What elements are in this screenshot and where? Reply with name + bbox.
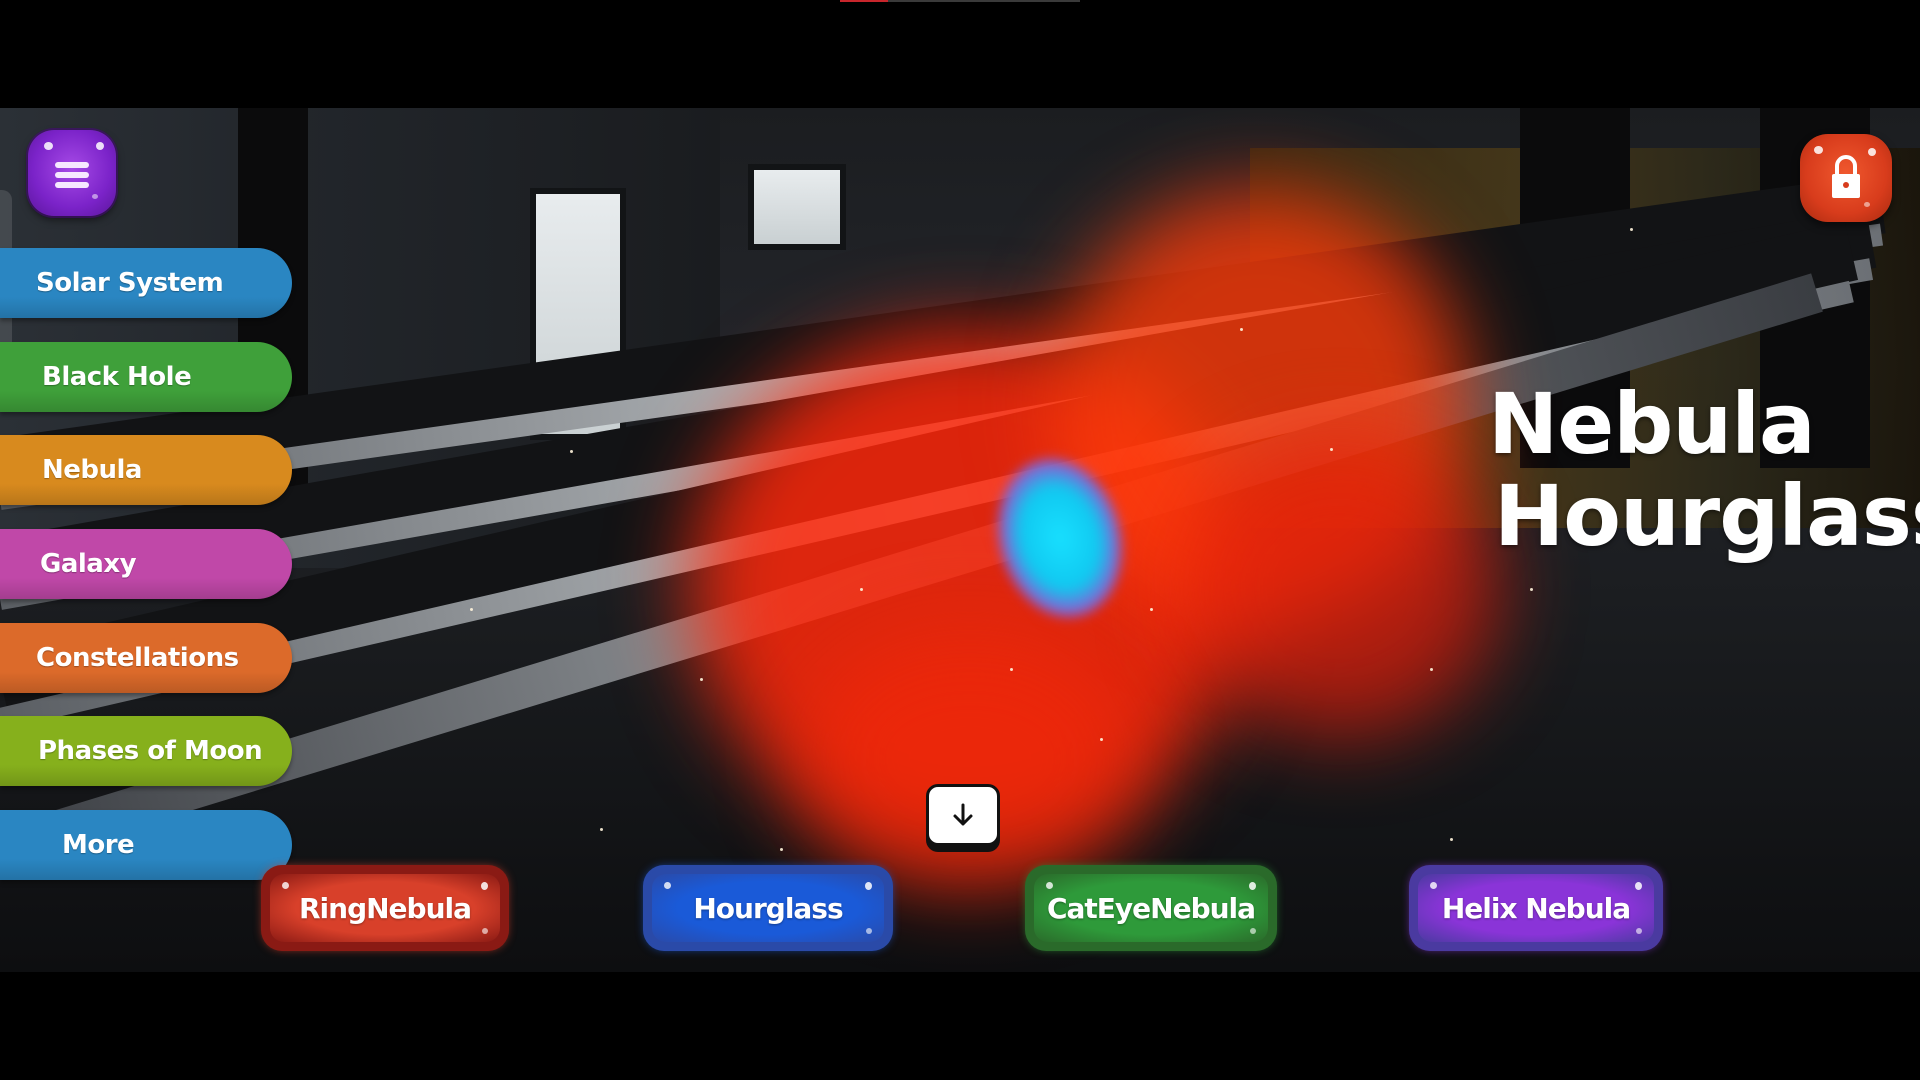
download-button[interactable] — [926, 784, 1000, 846]
star-particle — [470, 608, 473, 611]
sidebar-item-phases-of-moon[interactable]: Phases of Moon — [0, 716, 292, 786]
sidebar-item-label: Constellations — [36, 643, 239, 673]
sidebar-item-label: Galaxy — [40, 549, 137, 579]
nebula-title: Nebula Hourglass — [1488, 378, 1920, 562]
nebula-cloud — [800, 628, 1140, 888]
video-progress-bar[interactable] — [840, 0, 1080, 2]
video-progress-played — [840, 0, 888, 2]
nebula-option-ring-nebula[interactable]: RingNebula — [264, 868, 506, 948]
star-particle — [1450, 838, 1453, 841]
sidebar-item-label: Phases of Moon — [38, 736, 263, 766]
nebula-option-label: RingNebula — [298, 891, 472, 925]
title-line-1: Nebula — [1488, 375, 1816, 473]
star-particle — [780, 848, 783, 851]
nebula-cloud — [1180, 438, 1500, 738]
sidebar-item-label: More — [62, 830, 135, 860]
arrow-down-icon — [953, 803, 973, 826]
sidebar-item-more[interactable]: More — [0, 810, 292, 880]
star-particle — [570, 450, 573, 453]
star-particle — [700, 678, 703, 681]
lock-button[interactable] — [1800, 134, 1892, 222]
title-line-2: Hourglass — [1494, 467, 1920, 565]
star-particle — [1240, 328, 1243, 331]
sidebar-item-nebula[interactable]: Nebula — [0, 435, 292, 505]
star-particle — [1150, 608, 1153, 611]
nebula-option-label: Hourglass — [693, 891, 843, 925]
star-particle — [600, 828, 603, 831]
star-particle — [1430, 668, 1433, 671]
sidebar-item-solar-system[interactable]: Solar System — [0, 248, 292, 318]
nebula-option-label: Helix Nebula — [1441, 891, 1631, 925]
nebula-option-hourglass[interactable]: Hourglass — [646, 868, 890, 948]
star-particle — [860, 588, 863, 591]
star-particle — [1630, 228, 1633, 231]
nebula-option-helix-nebula[interactable]: Helix Nebula — [1412, 868, 1660, 948]
star-particle — [1330, 448, 1333, 451]
nebula-option-label: CatEyeNebula — [1046, 891, 1256, 925]
star-particle — [1100, 738, 1103, 741]
classroom-window — [748, 164, 846, 250]
nebula-option-cat-eye-nebula[interactable]: CatEyeNebula — [1028, 868, 1274, 948]
sidebar-item-label: Black Hole — [42, 362, 192, 392]
sidebar-item-black-hole[interactable]: Black Hole — [0, 342, 292, 412]
sidebar-item-label: Nebula — [42, 455, 142, 485]
menu-button[interactable] — [28, 130, 116, 216]
sidebar-item-constellations[interactable]: Constellations — [0, 623, 292, 693]
sidebar-item-galaxy[interactable]: Galaxy — [0, 529, 292, 599]
star-particle — [1530, 588, 1533, 591]
sidebar-item-label: Solar System — [36, 268, 224, 298]
star-particle — [1010, 668, 1013, 671]
